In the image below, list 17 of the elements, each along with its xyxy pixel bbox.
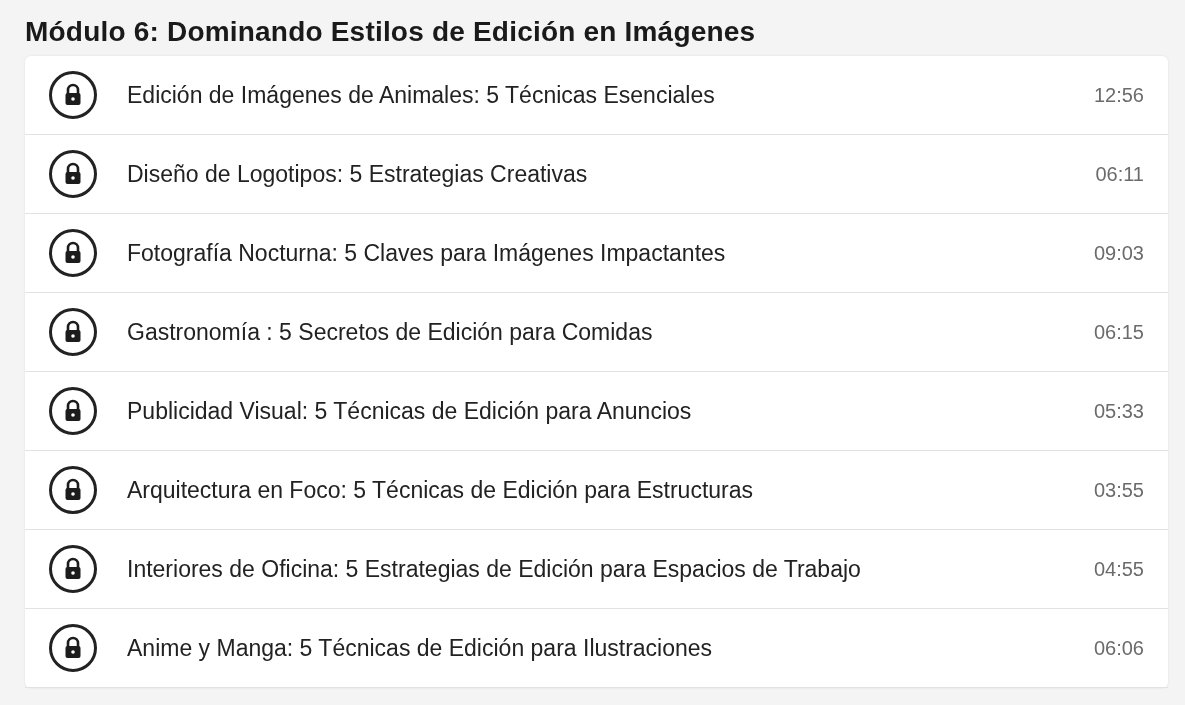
lesson-title[interactable]: Arquitectura en Foco: 5 Técnicas de Edición para Estructuras bbox=[127, 476, 1094, 504]
lesson-duration: 04:55 bbox=[1093, 557, 1144, 581]
lesson-duration: 06:06 bbox=[1093, 636, 1144, 660]
module-title: Módulo 6: Dominando Estilos de Edición en Imágenes bbox=[25, 15, 757, 49]
lesson-duration: 05:33 bbox=[1093, 399, 1144, 423]
lesson-duration: 03:55 bbox=[1093, 478, 1144, 502]
lesson-title[interactable]: Anime y Manga: 5 Técnicas de Edición para Ilustraciones bbox=[127, 634, 1094, 662]
lesson-duration: 06:11 bbox=[1095, 162, 1144, 186]
lesson-title[interactable]: Gastronomía : 5 Secretos de Edición para Comidas bbox=[127, 318, 1094, 346]
lesson-title[interactable]: Publicidad Visual: 5 Técnicas de Edición para Anuncios bbox=[127, 397, 1094, 425]
lesson-duration: 06:15 bbox=[1093, 320, 1144, 344]
lesson-title[interactable]: Diseño de Logotipos: 5 Estrategias Creativas bbox=[127, 160, 1096, 188]
lesson-duration: 09:03 bbox=[1093, 241, 1144, 265]
lesson-duration: 12:56 bbox=[1093, 83, 1144, 107]
lesson-title[interactable]: Interiores de Oficina: 5 Estrategias de Edición para Espacios de Trabajo bbox=[127, 555, 1094, 583]
lesson-title[interactable]: Fotografía Nocturna: 5 Claves para Imágenes Impactantes bbox=[127, 239, 1094, 267]
lesson-title[interactable]: Edición de Imágenes de Animales: 5 Técnicas Esenciales bbox=[127, 81, 1094, 109]
